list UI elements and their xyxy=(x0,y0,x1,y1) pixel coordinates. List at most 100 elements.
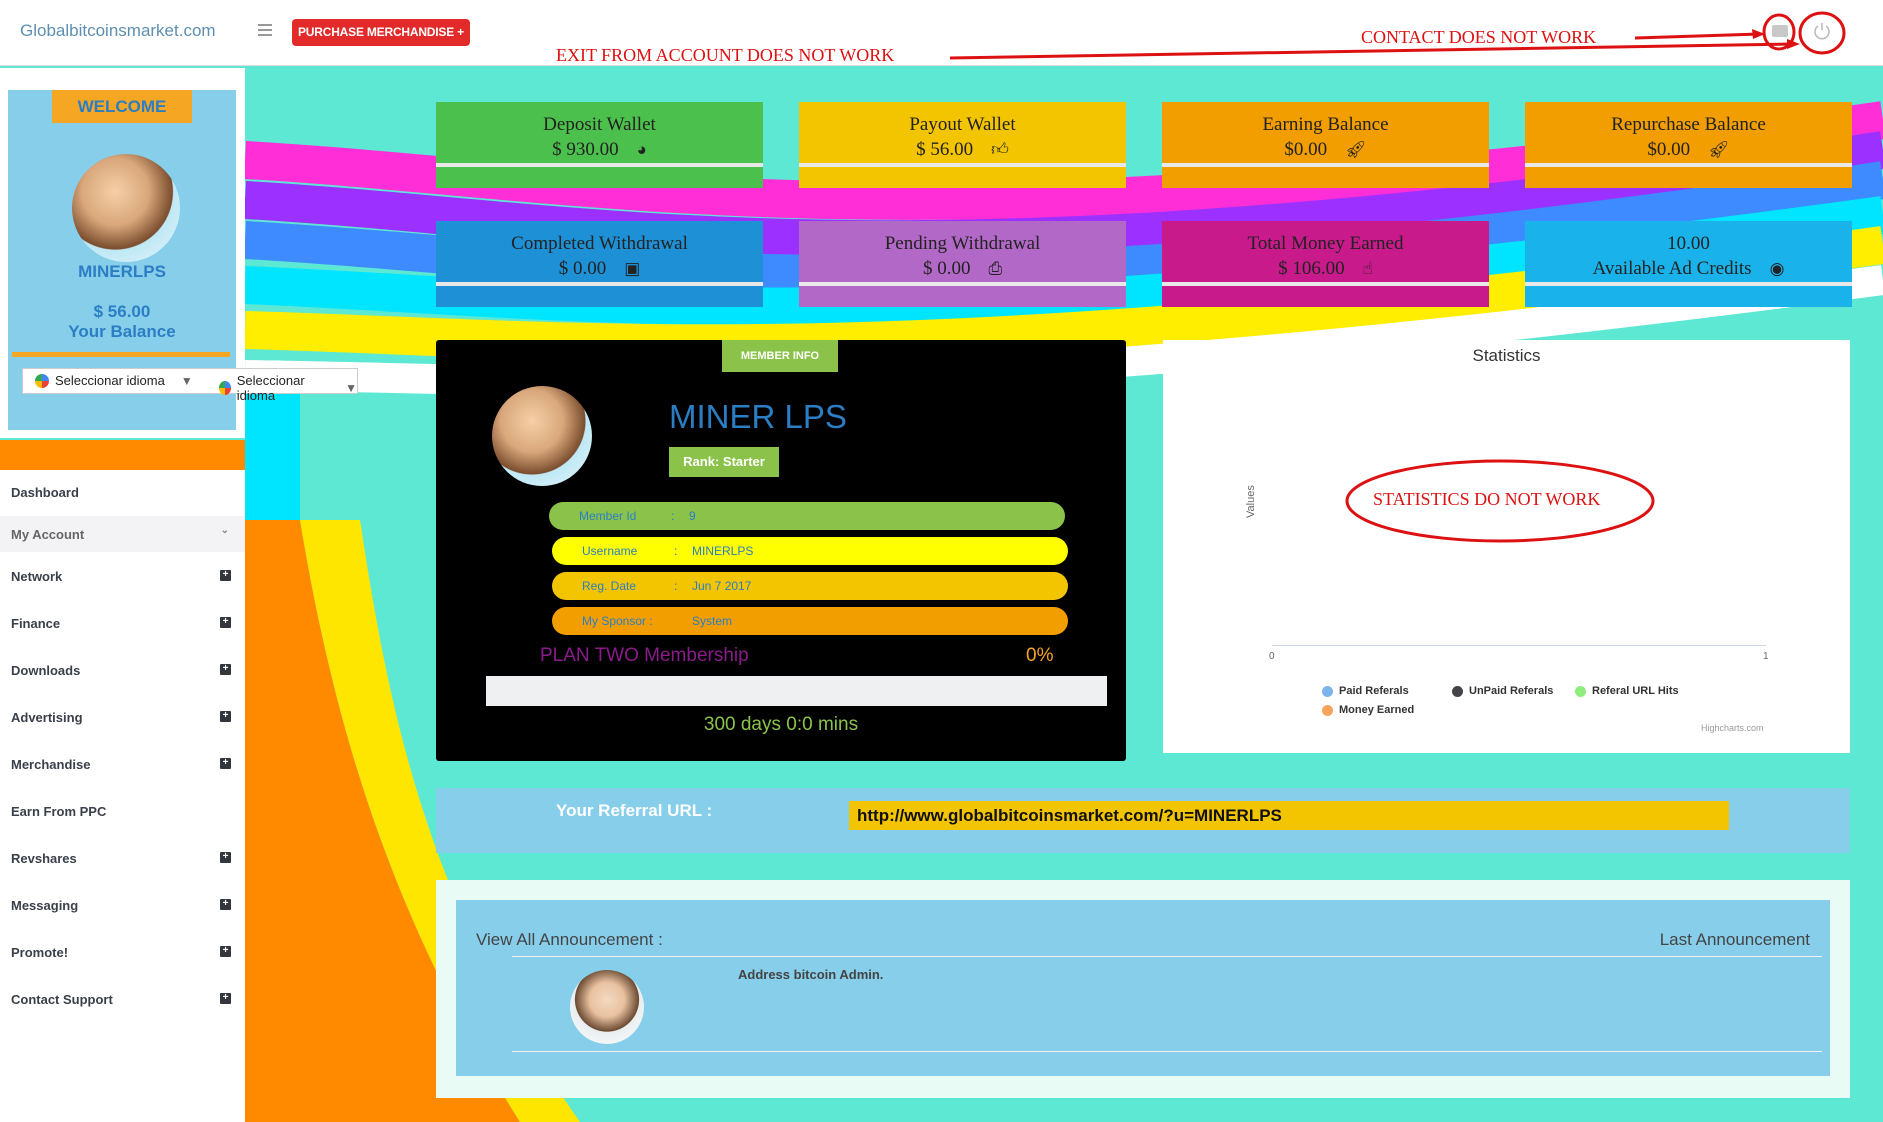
sidebar-item[interactable]: Downloads + xyxy=(0,652,245,688)
exit-annotation: EXIT FROM ACCOUNT DOES NOT WORK xyxy=(556,45,895,65)
expand-plus-icon[interactable]: + xyxy=(220,946,231,957)
rocket-icon: 🚀︎ xyxy=(1345,140,1367,159)
sidebar-username: MINERLPS xyxy=(78,262,166,281)
stat-card-title: 10.00 xyxy=(1667,233,1710,254)
plan-percent: 0% xyxy=(1026,645,1054,666)
stat-card: 10.00 Available Ad Credits ◉ xyxy=(1525,221,1852,307)
referral-url-field[interactable]: http://www.globalbitcoinsmarket.com/?u=M… xyxy=(849,801,1729,830)
stat-card: Payout Wallet $ 56.00 👍︎ xyxy=(799,102,1126,188)
sidebar-item[interactable]: Earn From PPC xyxy=(0,793,245,829)
sidebar-item-label: Revshares xyxy=(11,850,77,866)
top-header: Globalbitcoinsmarket.com PURCHASE MERCHA… xyxy=(0,0,1883,66)
stat-card-value: $ 930.00 xyxy=(552,139,619,160)
stat-card-title: Total Money Earned xyxy=(1247,233,1404,254)
divider xyxy=(12,352,230,357)
purchase-merchandise-button[interactable]: PURCHASE MERCHANDISE + xyxy=(292,19,470,46)
language-label: Seleccionar idioma xyxy=(55,373,165,388)
sidebar-item[interactable]: Network + xyxy=(0,558,245,594)
member-info-tag: MEMBER INFO xyxy=(722,340,838,372)
field-value: MINERLPS xyxy=(692,544,754,558)
legend-item[interactable]: Money Earned xyxy=(1322,704,1414,716)
stat-card-value: $0.00 xyxy=(1647,139,1691,160)
member-field: Member Id:9 xyxy=(549,502,1065,530)
eye-icon: ◉ xyxy=(1769,259,1785,278)
divider xyxy=(1162,282,1489,286)
announcement-section: View All Announcement : Last Announcemen… xyxy=(436,880,1850,1098)
expand-plus-icon[interactable]: + xyxy=(220,993,231,1004)
plan-progress-bar xyxy=(486,676,1107,706)
legend-item[interactable]: Paid Referals xyxy=(1322,685,1409,697)
expand-plus-icon[interactable]: + xyxy=(220,758,231,769)
sidebar-item[interactable]: Finance + xyxy=(0,605,245,641)
rocket-icon: 🚀︎ xyxy=(1708,140,1730,159)
google-icon xyxy=(35,373,49,388)
field-colon: : xyxy=(674,544,678,558)
expand-plus-icon[interactable]: + xyxy=(220,617,231,628)
menu-toggle-icon[interactable] xyxy=(258,24,272,36)
chevron-down-icon[interactable]: ⌄ xyxy=(221,525,229,536)
stat-card-title: Pending Withdrawal xyxy=(884,233,1041,254)
sidebar-item[interactable]: My Account ⌄ xyxy=(0,516,245,552)
site-logo[interactable]: Globalbitcoinsmarket.com xyxy=(20,21,216,41)
rank-badge: Rank: Starter xyxy=(669,447,779,477)
view-all-announcements-link[interactable]: View All Announcement : xyxy=(476,930,663,950)
expand-plus-icon[interactable]: + xyxy=(220,570,231,581)
sidebar-item-label: Downloads xyxy=(11,662,81,678)
expand-plus-icon[interactable]: + xyxy=(220,664,231,675)
stat-card: Deposit Wallet $ 930.00 ◕ xyxy=(436,102,763,188)
field-value: 9 xyxy=(689,509,696,523)
pie-chart-icon: ◕ xyxy=(636,140,647,159)
field-label: Reg. Date xyxy=(582,579,637,593)
mail-icon[interactable] xyxy=(1772,25,1788,37)
stat-card: Completed Withdrawal $ 0.00 ▣ xyxy=(436,221,763,307)
y-axis-label: Values xyxy=(1245,485,1257,518)
chevron-down-icon: ▼ xyxy=(180,373,193,388)
divider xyxy=(512,1051,1822,1052)
chart-credits[interactable]: Highcharts.com xyxy=(1701,723,1764,733)
field-value: System xyxy=(692,614,733,628)
member-field: My Sponsor : System xyxy=(552,607,1068,635)
sidebar-item[interactable]: Advertising + xyxy=(0,699,245,735)
divider xyxy=(1525,163,1852,167)
language-select-2[interactable]: Seleccionar idioma ▼ xyxy=(219,373,357,403)
x-tick: 0 xyxy=(1269,651,1275,662)
sidebar-item-label: Earn From PPC xyxy=(11,803,107,819)
expand-plus-icon[interactable]: + xyxy=(220,852,231,863)
sidebar-item-label: Dashboard xyxy=(11,484,79,500)
language-select-1[interactable]: Seleccionar idioma ▼ xyxy=(35,373,193,388)
statistics-chart: Statistics Values 0 1 Paid Referals UnPai… xyxy=(1163,340,1850,753)
admin-avatar xyxy=(570,970,644,1044)
sidebar-item[interactable]: Contact Support + xyxy=(0,981,245,1017)
user-avatar xyxy=(72,154,180,262)
legend-label: Money Earned xyxy=(1339,704,1415,716)
sidebar-item[interactable]: Merchandise + xyxy=(0,746,245,782)
legend-item[interactable]: UnPaid Referals xyxy=(1452,685,1553,697)
stat-card-value: $ 106.00 xyxy=(1278,258,1345,279)
divider xyxy=(799,282,1126,286)
field-label: My Sponsor : xyxy=(582,614,653,628)
sidebar-nav: Dashboard My Account ⌄ Network + Finance + Down… xyxy=(0,470,245,1122)
google-icon xyxy=(219,381,231,395)
sidebar-item[interactable]: Dashboard xyxy=(0,474,245,510)
expand-plus-icon[interactable]: + xyxy=(220,899,231,910)
language-selector[interactable]: Seleccionar idioma ▼ Seleccionar idioma … xyxy=(22,368,358,403)
sidebar-item-label: Merchandise xyxy=(11,756,91,772)
sidebar-item[interactable]: Revshares + xyxy=(0,840,245,876)
contact-annotation: CONTACT DOES NOT WORK xyxy=(1361,27,1597,47)
plan-name: PLAN TWO Membership xyxy=(540,645,749,666)
sidebar-item[interactable]: Messaging + xyxy=(0,887,245,923)
stat-card-value: $0.00 xyxy=(1284,139,1328,160)
member-field: Username: MINERLPS xyxy=(552,537,1068,565)
referral-label: Your Referral URL : xyxy=(556,801,713,820)
member-field: Reg. Date: Jun 7 2017 xyxy=(552,572,1068,600)
field-label: Member Id xyxy=(579,509,637,523)
language-label: Seleccionar idioma xyxy=(236,373,305,403)
stat-card-title: Payout Wallet xyxy=(909,114,1016,135)
power-icon[interactable] xyxy=(1813,22,1831,40)
expand-plus-icon[interactable]: + xyxy=(220,711,231,722)
sidebar-item[interactable]: Promote! + xyxy=(0,934,245,970)
stat-card-value: $ 0.00 xyxy=(558,258,607,279)
legend-item[interactable]: Referal URL Hits xyxy=(1575,685,1679,697)
legend-label: Referal URL Hits xyxy=(1592,685,1679,697)
plan-remaining-time: 300 days 0:0 mins xyxy=(703,714,859,735)
